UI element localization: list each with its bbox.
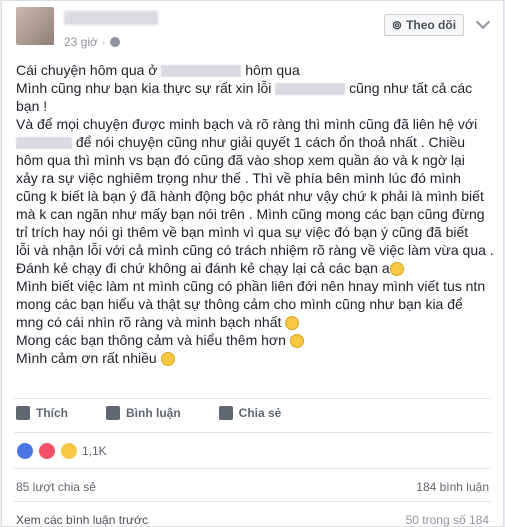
love-reaction-icon [38, 442, 56, 460]
like-button[interactable]: Thích [16, 406, 68, 420]
divider [14, 432, 491, 433]
share-label: Chia sẻ [238, 406, 282, 420]
post-line: hôm qua thì mình vs bạn đó cũng đã vào s… [16, 152, 465, 168]
redacted-text [161, 65, 242, 78]
post-line: mng có cái nhìn rõ ràng và minh bạch nhấ… [16, 314, 282, 330]
post-line: hôm qua [245, 62, 300, 78]
rss-icon: ⊚ [392, 18, 403, 32]
thumbs-up-icon [16, 406, 30, 420]
smile-emoji-icon [160, 352, 175, 367]
comment-label: Bình luận [126, 406, 181, 420]
comment-icon [106, 406, 120, 420]
post-line: Mình biết việc làm nt mình cũng có phần … [16, 278, 486, 294]
divider [14, 468, 491, 469]
post-line: bạn ! [16, 98, 48, 114]
post-line: cũng như tất cả các [349, 80, 473, 96]
post-line: Cái chuyện hôm qua ở [16, 62, 158, 78]
divider [14, 501, 491, 502]
post-line: mà k can ngăn như mấy bạn nói trên . Mìn… [16, 206, 485, 222]
author-name-blurred[interactable] [64, 11, 158, 25]
post-meta: 23 giờ · [64, 35, 120, 49]
chevron-down-icon[interactable] [475, 14, 491, 30]
divider [14, 398, 491, 399]
follow-button[interactable]: ⊚ Theo dõi [384, 14, 465, 36]
post-card: 23 giờ · ⊚ Theo dõi Cái chuyện hôm qua ở… [1, 0, 504, 527]
post-time[interactable]: 23 giờ [64, 35, 98, 49]
post-line: Mong các bạn thông cảm và hiểu thêm hơn [16, 332, 286, 348]
view-previous-comments-link[interactable]: Xem các bình luận trước [16, 513, 148, 527]
reaction-count: 1,1K [82, 444, 107, 458]
blush-emoji-icon [289, 334, 304, 349]
comment-button[interactable]: Bình luận [106, 406, 181, 420]
post-body: Cái chuyện hôm qua ở hôm qua Mình cũng n… [16, 61, 496, 367]
post-line: xảy ra sự việc nghiêm trọng như thế . Th… [16, 170, 461, 186]
like-reaction-icon [16, 442, 34, 460]
reaction-summary[interactable]: 1,1K [16, 442, 107, 460]
post-line: Mình cũng như bạn kia thực sự rất xin lỗ… [16, 80, 272, 96]
share-icon [218, 406, 233, 420]
smile-emoji-icon [285, 316, 300, 331]
wow-reaction-icon [60, 442, 78, 460]
share-button[interactable]: Chia sẻ [218, 406, 282, 420]
action-bar: Thích Bình luận Chia sẻ [16, 406, 281, 420]
avatar[interactable] [16, 7, 54, 45]
relieved-emoji-icon [389, 262, 404, 277]
post-line: trỉ trích hay nói gì thêm về bạn mình vì… [16, 224, 469, 240]
like-label: Thích [36, 406, 68, 420]
follow-label: Theo dõi [406, 18, 457, 32]
post-line: để nói chuyện cũng như giải quyết 1 cách… [75, 134, 466, 150]
globe-icon [109, 37, 120, 47]
post-line: Mình cảm ơn rất nhiều [16, 350, 157, 366]
comment-pager: 50 trong số 184 [405, 513, 489, 527]
post-line: Đánh kẻ chạy đi chứ không ai đánh kẻ chạ… [16, 260, 390, 276]
post-line: lỗi và nhận lỗi với cả mình cũng có trác… [16, 242, 494, 258]
redacted-text [275, 83, 346, 96]
comment-count[interactable]: 184 bình luận [416, 480, 489, 494]
share-count[interactable]: 85 lượt chia sẻ [16, 480, 96, 494]
post-line: mong các bạn hiểu và thật sự thông cảm c… [16, 296, 463, 312]
post-line: Và để mọi chuyện được minh bạch và rõ rà… [16, 116, 478, 132]
post-line: cũng k biết là bạn ý đã hành động bộc ph… [16, 188, 484, 204]
redacted-text [16, 137, 72, 150]
